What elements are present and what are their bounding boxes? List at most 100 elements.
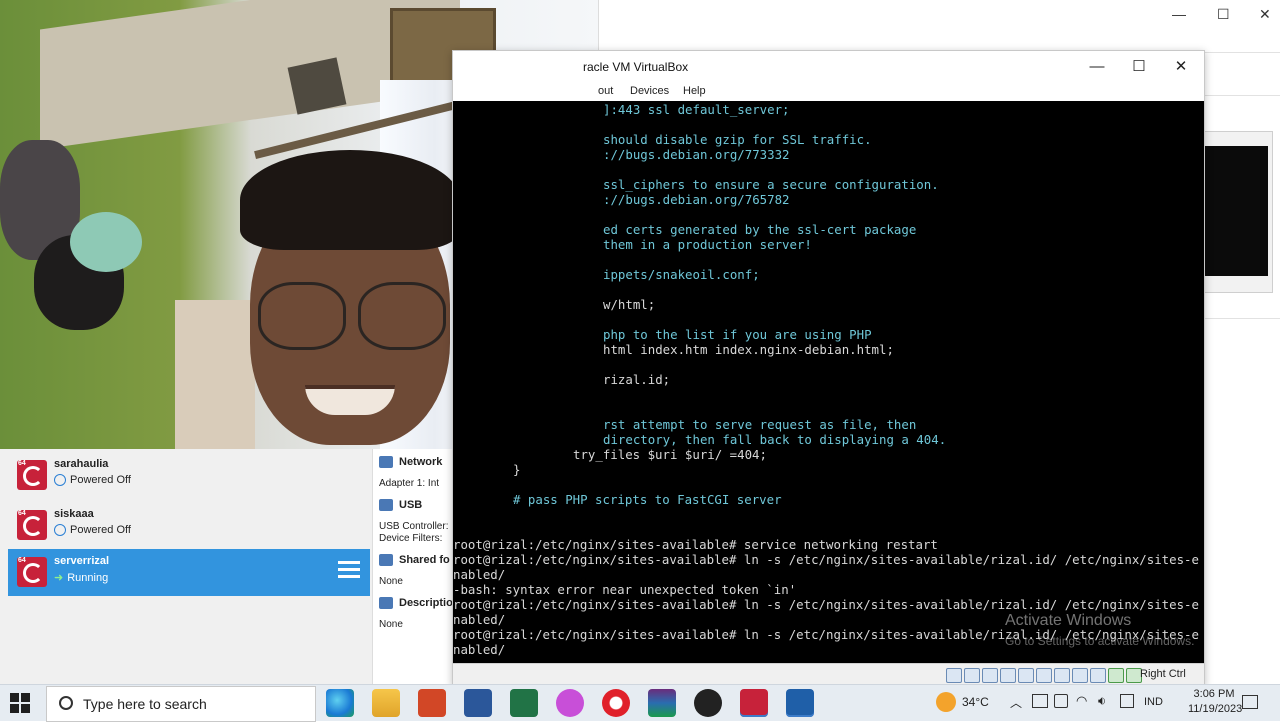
battery-icon[interactable]	[1054, 694, 1068, 708]
details-divider	[1203, 318, 1280, 319]
temperature: 34°C	[962, 695, 989, 709]
obs-icon[interactable]	[694, 689, 722, 717]
vm-name: siskaaa	[54, 508, 94, 520]
close-button[interactable]: ✕	[1161, 55, 1201, 79]
terminal-line: -bash: syntax error near unexpected toke…	[453, 582, 797, 597]
meet-now-icon[interactable]	[1032, 694, 1048, 708]
maximize-button[interactable]: ☐	[1119, 55, 1159, 79]
mouse-integration-icon[interactable]	[1108, 668, 1124, 683]
minimize-button[interactable]: —	[1077, 55, 1117, 79]
usb-controller-label: USB Controller:	[379, 521, 449, 532]
description-value: None	[379, 619, 403, 630]
weather-icon[interactable]	[936, 692, 956, 712]
terminal-line: php to the list if you are using PHP	[603, 327, 872, 342]
vm-tools-menu-icon[interactable]	[338, 561, 360, 582]
menu-bar: out Devices Help	[453, 83, 1204, 101]
network-icon[interactable]	[1000, 668, 1016, 683]
terminal-line: root@rizal:/etc/nginx/sites-available# l…	[453, 552, 1199, 567]
vm-status: Running	[67, 571, 109, 584]
terminal-line: them in a production server!	[603, 237, 812, 252]
description-section[interactable]: Descriptio	[379, 597, 453, 609]
terminal-line: nabled/	[453, 567, 506, 582]
activation-watermark-subtitle: Go to Settings to activate Windows.	[1005, 634, 1195, 648]
terminal-line: ippets/snakeoil.conf;	[603, 267, 760, 282]
file-explorer-icon[interactable]	[372, 689, 400, 717]
network-section[interactable]: Network	[379, 456, 442, 468]
terminal-line: rst attempt to serve request as file, th…	[603, 417, 917, 432]
chevron-up-icon[interactable]: ︿	[1010, 694, 1022, 711]
search-placeholder: Type here to search	[83, 696, 207, 712]
shared-folders-section[interactable]: Shared fo	[379, 554, 450, 566]
date: 11/19/2023	[1188, 703, 1243, 715]
excel-icon[interactable]	[510, 689, 538, 717]
terminal-line: root@rizal:/etc/nginx/sites-available# s…	[453, 537, 938, 552]
vm-item-siskaaa[interactable]: 64 siskaaa Powered Off	[8, 502, 370, 548]
vm-item-serverrizal[interactable]: 64 serverrizal ➜ Running	[8, 549, 370, 596]
recording-icon[interactable]	[1072, 668, 1088, 683]
terminal-line: ]:443 ssl default_server;	[603, 102, 790, 117]
terminal-line: }	[513, 462, 521, 477]
helmet	[70, 212, 142, 272]
vm-status: Powered Off	[70, 474, 131, 486]
hard-disk-icon[interactable]	[946, 668, 962, 683]
virtualbox-icon[interactable]	[786, 689, 814, 717]
wifi-icon[interactable]: ◠	[1076, 693, 1087, 709]
terminal-line: ://bugs.debian.org/773332	[603, 147, 790, 162]
input-language[interactable]: IND	[1144, 696, 1163, 708]
display-icon[interactable]	[1054, 668, 1070, 683]
word-icon[interactable]	[464, 689, 492, 717]
toolbar-divider	[1203, 95, 1280, 96]
vm-status: Powered Off	[70, 524, 131, 536]
shared-folders-icon[interactable]	[1036, 668, 1052, 683]
notification-icon[interactable]	[1242, 695, 1258, 709]
powerpoint-icon[interactable]	[418, 689, 446, 717]
vm-name: sarahaulia	[54, 458, 109, 470]
host-key-label: Right Ctrl	[1140, 668, 1186, 680]
vm-name: serverrizal	[54, 555, 110, 567]
virtualbox-vm-icon[interactable]	[740, 689, 768, 717]
powered-off-icon	[54, 474, 66, 486]
description-icon	[379, 597, 393, 609]
usb-icon	[379, 499, 393, 511]
vm-details-panel: Network Adapter 1: Int USB USB Controlle…	[372, 448, 455, 684]
maximize-button[interactable]: ☐	[1217, 6, 1230, 23]
wps-icon[interactable]	[556, 689, 584, 717]
terminal-line: ://bugs.debian.org/765782	[603, 192, 790, 207]
activation-watermark-title: Activate Windows	[1005, 612, 1132, 629]
vm-preview-thumbnail	[1201, 131, 1273, 293]
menu-help[interactable]: Help	[683, 85, 706, 97]
keyboard-layout-icon[interactable]	[1120, 694, 1134, 708]
terminal-line: should disable gzip for SSL traffic.	[603, 132, 872, 147]
windows-start-icon[interactable]	[10, 693, 30, 713]
search-box[interactable]: Type here to search	[46, 686, 316, 722]
cpu-icon[interactable]	[1090, 668, 1106, 683]
vm-item-sarahaulia[interactable]: 64 sarahaulia Powered Off	[8, 452, 370, 498]
vm-console-window: racle VM VirtualBox — ☐ ✕ out Devices He…	[452, 50, 1205, 686]
volume-icon[interactable]: 🔉︎	[1098, 693, 1106, 709]
shared-folder-icon	[379, 554, 393, 566]
running-arrow-icon: ➜	[54, 572, 64, 584]
terminal-screen[interactable]: ]:443 ssl default_server;should disable …	[453, 101, 1204, 663]
terminal-line: nabled/	[453, 612, 506, 627]
minimize-button[interactable]: —	[1172, 6, 1186, 22]
debian-vm-icon: 64	[17, 557, 47, 587]
terminal-line: directory, then fall back to displaying …	[603, 432, 947, 447]
clock[interactable]: 3:06 PM 11/19/2023	[1188, 687, 1243, 717]
optical-drive-icon[interactable]	[964, 668, 980, 683]
usb-section[interactable]: USB	[379, 499, 422, 511]
menu-devices[interactable]: Devices	[630, 85, 669, 97]
menu-input[interactable]: out	[598, 85, 613, 97]
terminal-line: ed certs generated by the ssl-cert packa…	[603, 222, 917, 237]
edge-icon[interactable]	[326, 689, 354, 717]
vm-list: 64 sarahaulia Powered Off 64 siskaaa Pow…	[0, 448, 372, 684]
search-icon	[59, 696, 73, 710]
toolbar-divider	[1203, 52, 1280, 53]
usb-icon[interactable]	[1018, 668, 1034, 683]
window-titlebar[interactable]: racle VM VirtualBox — ☐ ✕	[453, 51, 1204, 83]
audio-icon[interactable]	[982, 668, 998, 683]
close-button[interactable]: ✕	[1259, 6, 1271, 23]
winrar-icon[interactable]	[648, 689, 676, 717]
terminal-line: # pass PHP scripts to FastCGI server	[513, 492, 782, 507]
opera-icon[interactable]	[602, 689, 630, 717]
terminal-line: ssl_ciphers to ensure a secure configura…	[603, 177, 939, 192]
